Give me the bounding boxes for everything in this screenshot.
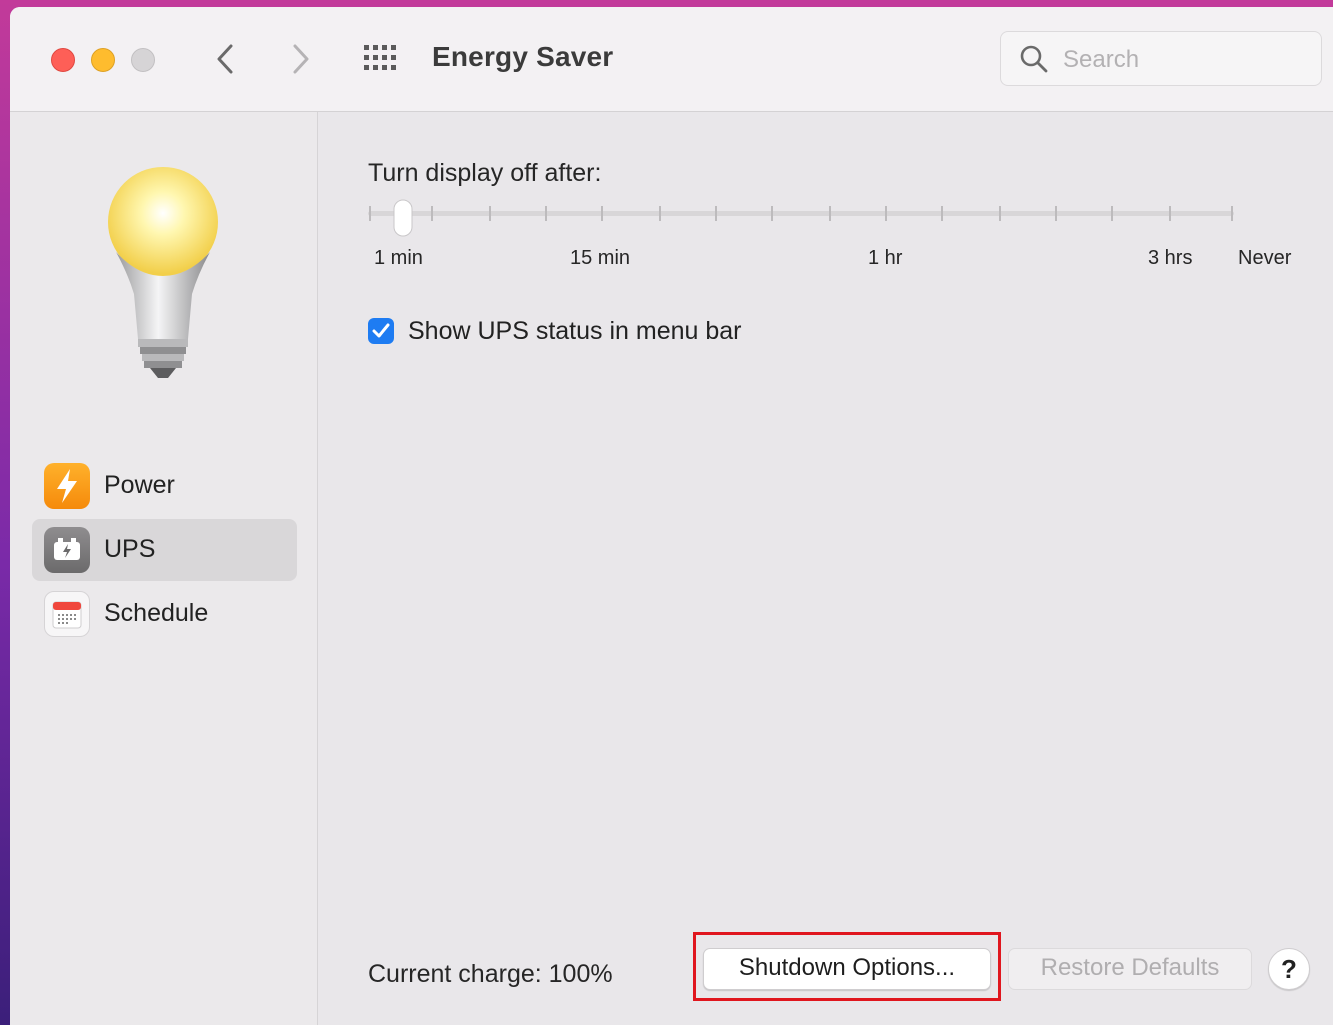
sidebar-item-power[interactable]: Power	[32, 455, 297, 517]
forward-button[interactable]	[280, 39, 320, 79]
close-window-button[interactable]	[51, 48, 75, 72]
display-off-label: Turn display off after:	[368, 159, 602, 187]
ups-status-checkbox[interactable]	[368, 318, 394, 344]
window-title: Energy Saver	[432, 41, 614, 72]
sidebar-item-schedule[interactable]: Schedule	[32, 583, 297, 645]
search-field[interactable]	[1000, 31, 1322, 86]
restore-defaults-button[interactable]: Restore Defaults	[1008, 948, 1252, 990]
sidebar-item-ups[interactable]: UPS	[32, 519, 297, 581]
light-bulb-icon	[108, 167, 218, 378]
tick-label-3-hrs: 3 hrs	[1148, 247, 1193, 269]
calendar-icon	[44, 591, 90, 637]
zoom-window-button[interactable]	[131, 48, 155, 72]
chevron-left-icon	[217, 44, 233, 74]
sidebar: Power UPS Schedule	[10, 112, 318, 1025]
back-button[interactable]	[206, 39, 246, 79]
tick-label-never: Never	[1238, 247, 1292, 269]
help-button[interactable]: ?	[1268, 948, 1310, 990]
main-panel: Turn display off after: 1 min 15 min 1 h…	[318, 112, 1333, 1025]
sidebar-item-label: Schedule	[104, 599, 209, 627]
search-input[interactable]	[1061, 42, 1305, 78]
checkmark-icon	[372, 323, 390, 338]
minimize-window-button[interactable]	[91, 48, 115, 72]
display-off-slider[interactable]	[368, 198, 1248, 238]
search-icon	[1020, 45, 1048, 73]
title-bar: Energy Saver	[10, 7, 1333, 112]
tick-label-1-hr: 1 hr	[868, 247, 903, 269]
lightning-icon	[44, 463, 90, 509]
current-charge-text: Current charge: 100%	[368, 960, 613, 988]
tick-label-1-min: 1 min	[374, 247, 423, 269]
ups-status-label: Show UPS status in menu bar	[408, 317, 742, 345]
energy-saver-window: Energy Saver Search Power UPS Schedule T…	[10, 7, 1333, 1025]
shutdown-options-button[interactable]: Shutdown Options...	[703, 948, 991, 990]
ups-battery-icon	[44, 527, 90, 573]
grid-icon	[364, 45, 396, 70]
tick-label-15-min: 15 min	[570, 247, 631, 269]
sidebar-item-label: UPS	[104, 535, 156, 563]
show-all-button[interactable]	[362, 43, 402, 75]
sidebar-item-label: Power	[104, 471, 175, 499]
slider-thumb[interactable]	[393, 199, 413, 237]
chevron-right-icon	[293, 44, 309, 74]
